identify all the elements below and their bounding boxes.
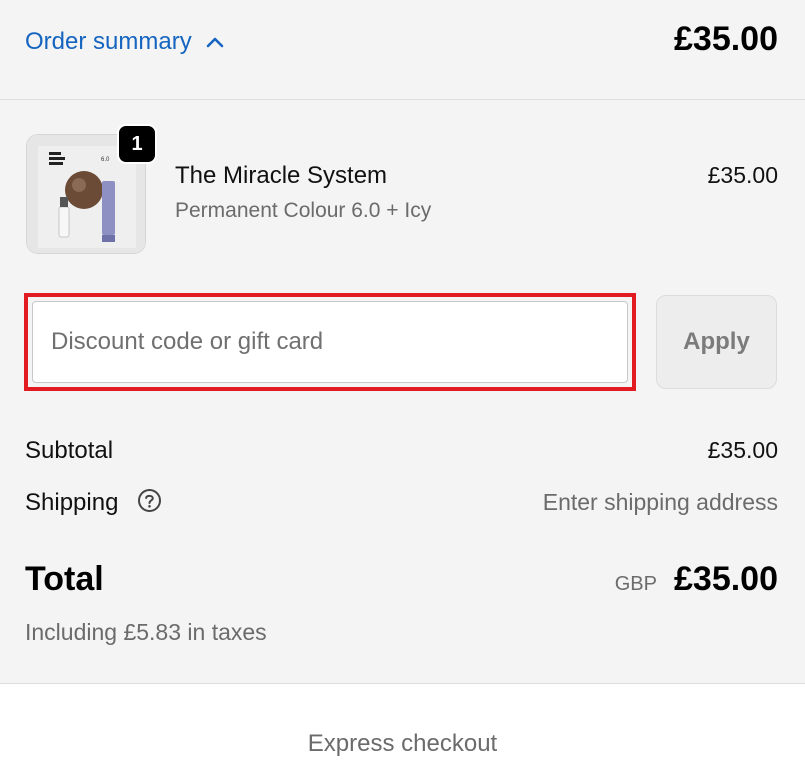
apply-discount-button[interactable]: Apply (656, 295, 777, 389)
total-currency: GBP (614, 573, 657, 595)
tax-note: Including £5.83 in taxes (25, 619, 267, 645)
product-image-text: 6.0 (101, 157, 110, 163)
express-checkout-label: Express checkout (307, 730, 498, 757)
question-circle-icon[interactable] (137, 488, 162, 513)
header-divider (0, 99, 805, 100)
quantity-badge: 1 (117, 124, 157, 164)
order-summary-toggle-label: Order summary (25, 28, 192, 55)
total-label: Total (25, 560, 104, 598)
summary-divider (0, 683, 805, 684)
subtotal-value: £35.00 (707, 437, 778, 463)
discount-code-input[interactable] (32, 301, 628, 383)
header-total-price: £35.00 (674, 20, 778, 58)
total-value: £35.00 (674, 560, 778, 598)
product-variant: Permanent Colour 6.0 + Icy (175, 199, 432, 222)
product-price: £35.00 (707, 162, 778, 188)
shipping-value: Enter shipping address (542, 489, 778, 515)
product-name: The Miracle System (175, 162, 388, 189)
subtotal-label: Subtotal (25, 437, 114, 464)
chevron-up-icon (206, 36, 224, 48)
discount-field-highlight (24, 293, 636, 391)
shipping-label: Shipping (25, 489, 119, 516)
order-summary-toggle[interactable]: Order summary (25, 24, 224, 60)
